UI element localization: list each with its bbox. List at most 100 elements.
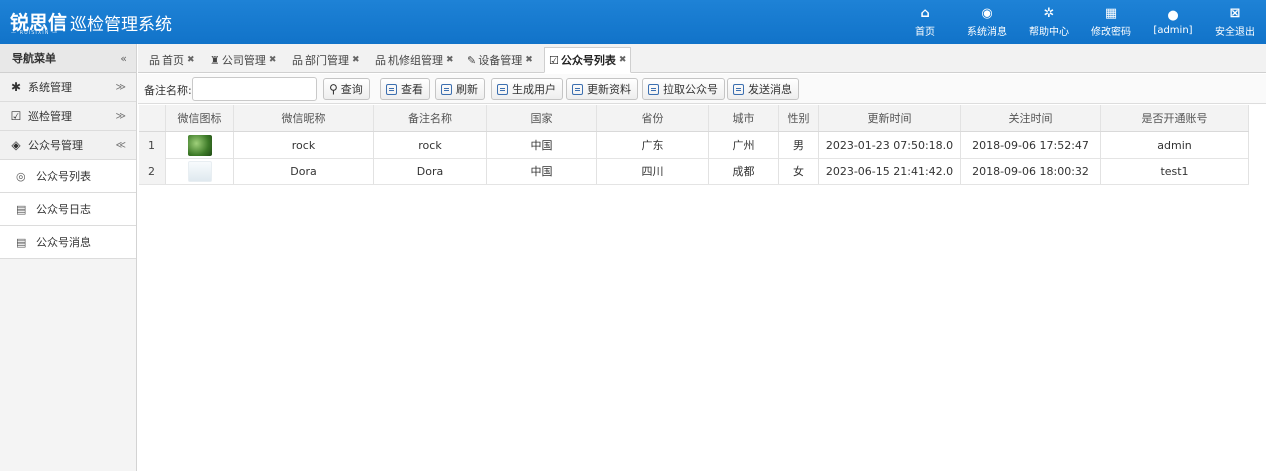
sidebar-item-account-log[interactable]: ▤ 公众号日志 (0, 193, 136, 226)
grid-icon: ▦ (1104, 5, 1118, 21)
close-icon[interactable]: ✖ (187, 55, 195, 65)
sidebar-group-official-account[interactable]: ◈ 公众号管理 ≪ (0, 131, 136, 160)
tab-label: 公众号列表 (560, 54, 616, 67)
nickname-cell: rock (234, 132, 374, 158)
follow-time-cell: 2018-09-06 17:52:47 (961, 132, 1101, 158)
nav-label: [admin] (1153, 24, 1193, 36)
city-cell: 广州 (709, 132, 779, 158)
document-icon (497, 83, 508, 95)
pull-accounts-button[interactable]: 拉取公众号 (642, 78, 725, 100)
close-icon[interactable]: ✖ (352, 55, 360, 65)
exit-icon: ⊠ (1229, 5, 1241, 21)
nav-logout[interactable]: ⊠ 安全退出 (1204, 0, 1266, 44)
updated-time-cell: 2023-06-15 21:41:42.0 (819, 158, 961, 184)
sidebar-group-system[interactable]: ✱ 系统管理 ≫ (0, 73, 136, 102)
remark-input[interactable] (192, 77, 317, 101)
tab-label: 首页 (162, 54, 184, 67)
top-nav: ⌂ 首页 ◉ 系统消息 ✲ 帮助中心 ▦ 修改密码 ● [admin] ⊠ 安全… (894, 0, 1266, 44)
close-icon[interactable]: ✖ (619, 55, 627, 65)
brand-subtitle: — RUISIXIN — (11, 30, 59, 36)
nav-user[interactable]: ● [admin] (1142, 0, 1204, 44)
view-button[interactable]: 查看 (380, 78, 430, 100)
column-header[interactable]: 省份 (597, 105, 709, 131)
update-info-button[interactable]: 更新资料 (566, 78, 638, 100)
table-row[interactable]: 1 rock rock 中国 广东 广州 男 2023-01-23 07:50:… (139, 132, 1249, 159)
account-table: 微信图标 微信昵称 备注名称 国家 省份 城市 性别 更新时间 关注时间 是否开… (139, 105, 1266, 471)
table-row[interactable]: 2 Dora Dora 中国 四川 成都 女 2023-06-15 21:41:… (139, 158, 1249, 185)
avatar (187, 134, 212, 156)
button-label: 查询 (340, 83, 363, 96)
document-icon (441, 83, 452, 95)
expand-icon: ≫ (115, 81, 126, 93)
org-icon: 品 (149, 54, 160, 67)
nav-label: 安全退出 (1215, 26, 1255, 38)
tab-repair-group[interactable]: 品 机修组管理 ✖ (371, 47, 458, 73)
sidebar-item-account-list[interactable]: ◎ 公众号列表 (0, 160, 136, 193)
tab-equipment[interactable]: ✎ 设备管理 ✖ (463, 47, 537, 73)
column-header[interactable]: 微信图标 (166, 105, 234, 131)
button-label: 生成用户 (512, 83, 556, 96)
expand-icon: ≫ (115, 110, 126, 122)
user-circle-icon: ◎ (16, 169, 26, 183)
document-icon (733, 83, 744, 95)
row-number-header (139, 105, 166, 131)
nav-help-center[interactable]: ✲ 帮助中心 (1018, 0, 1080, 44)
list-icon: ▤ (16, 202, 27, 216)
button-label: 拉取公众号 (663, 83, 718, 96)
refresh-button[interactable]: 刷新 (435, 78, 485, 100)
nav-label: 帮助中心 (1029, 26, 1069, 38)
sidebar-item-label: 公众号消息 (36, 236, 91, 249)
nav-system-messages[interactable]: ◉ 系统消息 (956, 0, 1018, 44)
close-icon[interactable]: ✖ (525, 55, 533, 65)
nav-change-password[interactable]: ▦ 修改密码 (1080, 0, 1142, 44)
column-header[interactable]: 备注名称 (374, 105, 487, 131)
tab-company[interactable]: ♜ 公司管理 ✖ (206, 47, 280, 73)
system-title: 巡检管理系统 (70, 15, 172, 35)
tab-account-list[interactable]: ☑ 公众号列表 ✖ (544, 47, 632, 73)
sidebar-group-inspection[interactable]: ☑ 巡检管理 ≫ (0, 102, 136, 131)
list-icon: ▤ (16, 235, 27, 249)
province-cell: 四川 (597, 158, 709, 184)
sidebar-item-label: 公众号日志 (36, 203, 91, 216)
sidebar-title: 导航菜单 (12, 52, 56, 65)
account-cell: test1 (1101, 158, 1249, 184)
tab-department[interactable]: 品 部门管理 ✖ (288, 47, 364, 73)
bank-icon: ♜ (210, 53, 220, 67)
column-header[interactable]: 城市 (709, 105, 779, 131)
province-cell: 广东 (597, 132, 709, 158)
collapse-sidebar-icon[interactable]: « (120, 52, 127, 65)
updated-time-cell: 2023-01-23 07:50:18.0 (819, 132, 961, 158)
close-icon[interactable]: ✖ (446, 55, 454, 65)
sidebar-group-label: 公众号管理 (28, 139, 83, 152)
tab-bar: 品 首页 ✖ ♜ 公司管理 ✖ 品 部门管理 ✖ 品 机修组管理 ✖ ✎ 设备管… (138, 44, 1266, 73)
city-cell: 成都 (709, 158, 779, 184)
account-cell: admin (1101, 132, 1249, 158)
column-header[interactable]: 是否开通账号 (1101, 105, 1249, 131)
sidebar-header: 导航菜单 « (0, 44, 136, 73)
remark-cell: rock (374, 132, 487, 158)
asterisk-icon: ✱ (10, 80, 22, 94)
avatar-cell (166, 158, 234, 184)
sidebar-group-label: 巡检管理 (28, 110, 72, 123)
column-header[interactable]: 性别 (779, 105, 819, 131)
nav-home[interactable]: ⌂ 首页 (894, 0, 956, 44)
sidebar-item-account-messages[interactable]: ▤ 公众号消息 (0, 226, 136, 259)
remark-label: 备注名称: (144, 84, 192, 97)
column-header[interactable]: 关注时间 (961, 105, 1101, 131)
tab-home[interactable]: 品 首页 ✖ (145, 47, 199, 73)
column-header[interactable]: 更新时间 (819, 105, 961, 131)
gender-cell: 女 (779, 158, 819, 184)
button-label: 刷新 (456, 83, 478, 96)
column-header[interactable]: 微信昵称 (234, 105, 374, 131)
column-header[interactable]: 国家 (487, 105, 597, 131)
country-cell: 中国 (487, 132, 597, 158)
send-message-button[interactable]: 发送消息 (727, 78, 799, 100)
button-label: 查看 (401, 83, 423, 96)
nav-label: 系统消息 (967, 26, 1007, 38)
org-icon: 品 (375, 54, 386, 67)
avatar (187, 160, 212, 182)
close-icon[interactable]: ✖ (269, 55, 277, 65)
search-button[interactable]: ⚲ 查询 (323, 78, 370, 100)
generate-user-button[interactable]: 生成用户 (491, 78, 563, 100)
nav-label: 修改密码 (1091, 26, 1131, 38)
